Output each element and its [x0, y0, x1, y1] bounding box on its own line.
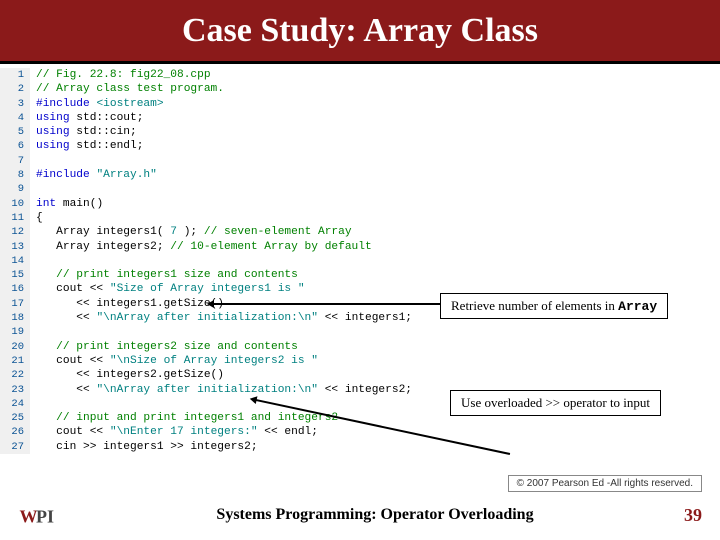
code-content: using std::cout;	[30, 111, 143, 125]
code-content	[30, 154, 43, 168]
line-number: 4	[0, 111, 30, 125]
line-number: 23	[0, 383, 30, 397]
code-content: cin >> integers1 >> integers2;	[30, 440, 258, 454]
code-content	[30, 254, 43, 268]
code-content: // print integers2 size and contents	[30, 340, 298, 354]
code-content: int main()	[30, 197, 103, 211]
line-number: 1	[0, 68, 30, 82]
code-content	[30, 397, 43, 411]
code-line: 1// Fig. 22.8: fig22_08.cpp	[0, 68, 720, 82]
code-content: using std::endl;	[30, 139, 143, 153]
code-content: using std::cin;	[30, 125, 137, 139]
code-line: 19	[0, 325, 720, 339]
line-number: 27	[0, 440, 30, 454]
code-line: 2// Array class test program.	[0, 82, 720, 96]
callout-retrieve-mono: Array	[618, 299, 657, 314]
line-number: 22	[0, 368, 30, 382]
line-number: 6	[0, 139, 30, 153]
code-line: 15 // print integers1 size and contents	[0, 268, 720, 282]
code-line: 26 cout << "\nEnter 17 integers:" << end…	[0, 425, 720, 439]
code-line: 7	[0, 154, 720, 168]
line-number: 2	[0, 82, 30, 96]
code-line: 10int main()	[0, 197, 720, 211]
line-number: 14	[0, 254, 30, 268]
callout-overload-text: Use overloaded >> operator to input	[461, 395, 650, 410]
slide-footer: W PI Systems Programming: Operator Overl…	[0, 500, 720, 530]
callout-retrieve: Retrieve number of elements in Array	[440, 293, 668, 319]
line-number: 19	[0, 325, 30, 339]
line-number: 18	[0, 311, 30, 325]
code-line: 3#include <iostream>	[0, 97, 720, 111]
line-number: 15	[0, 268, 30, 282]
line-number: 8	[0, 168, 30, 182]
line-number: 10	[0, 197, 30, 211]
line-number: 12	[0, 225, 30, 239]
code-line: 9	[0, 182, 720, 196]
line-number: 25	[0, 411, 30, 425]
code-line: 8#include "Array.h"	[0, 168, 720, 182]
code-line: 5using std::cin;	[0, 125, 720, 139]
arrow-retrieve	[213, 303, 440, 305]
code-content	[30, 325, 43, 339]
line-number: 17	[0, 297, 30, 311]
code-line: 27 cin >> integers1 >> integers2;	[0, 440, 720, 454]
line-number: 11	[0, 211, 30, 225]
code-line: 20 // print integers2 size and contents	[0, 340, 720, 354]
code-line: 22 << integers2.getSize()	[0, 368, 720, 382]
code-content: Array integers2; // 10-element Array by …	[30, 240, 372, 254]
line-number: 5	[0, 125, 30, 139]
code-content: Array integers1( 7 ); // seven-element A…	[30, 225, 352, 239]
svg-text:W: W	[20, 507, 38, 527]
line-number: 7	[0, 154, 30, 168]
code-line: 14	[0, 254, 720, 268]
code-line: 13 Array integers2; // 10-element Array …	[0, 240, 720, 254]
code-line: 4using std::cout;	[0, 111, 720, 125]
line-number: 9	[0, 182, 30, 196]
code-content: {	[30, 211, 43, 225]
line-number: 24	[0, 397, 30, 411]
code-line: 11{	[0, 211, 720, 225]
line-number: 3	[0, 97, 30, 111]
code-content: #include <iostream>	[30, 97, 164, 111]
line-number: 16	[0, 282, 30, 296]
line-number: 20	[0, 340, 30, 354]
wpi-logo: W PI	[18, 500, 66, 530]
slide-header: Case Study: Array Class	[0, 0, 720, 64]
callout-overload: Use overloaded >> operator to input	[450, 390, 661, 416]
line-number: 21	[0, 354, 30, 368]
code-line: 6using std::endl;	[0, 139, 720, 153]
footer-text: Systems Programming: Operator Overloadin…	[66, 506, 684, 524]
svg-text:PI: PI	[36, 507, 54, 527]
code-content: cout << "Size of Array integers1 is "	[30, 282, 305, 296]
callout-retrieve-text: Retrieve number of elements in	[451, 298, 618, 313]
slide-title: Case Study: Array Class	[182, 12, 538, 50]
code-line: 12 Array integers1( 7 ); // seven-elemen…	[0, 225, 720, 239]
line-number: 26	[0, 425, 30, 439]
code-content: << integers1.getSize()	[30, 297, 224, 311]
code-content: << integers2.getSize()	[30, 368, 224, 382]
copyright-notice: © 2007 Pearson Ed -All rights reserved.	[508, 475, 702, 492]
code-content: << "\nArray after initialization:\n" << …	[30, 383, 412, 397]
code-content: // Fig. 22.8: fig22_08.cpp	[30, 68, 211, 82]
page-number: 39	[684, 505, 702, 526]
code-content: // Array class test program.	[30, 82, 224, 96]
code-content: cout << "\nEnter 17 integers:" << endl;	[30, 425, 318, 439]
code-content: #include "Array.h"	[30, 168, 157, 182]
code-content: // input and print integers1 and integer…	[30, 411, 338, 425]
line-number: 13	[0, 240, 30, 254]
code-content: << "\nArray after initialization:\n" << …	[30, 311, 412, 325]
code-content: cout << "\nSize of Array integers2 is "	[30, 354, 318, 368]
code-content	[30, 182, 43, 196]
code-line: 21 cout << "\nSize of Array integers2 is…	[0, 354, 720, 368]
code-content: // print integers1 size and contents	[30, 268, 298, 282]
